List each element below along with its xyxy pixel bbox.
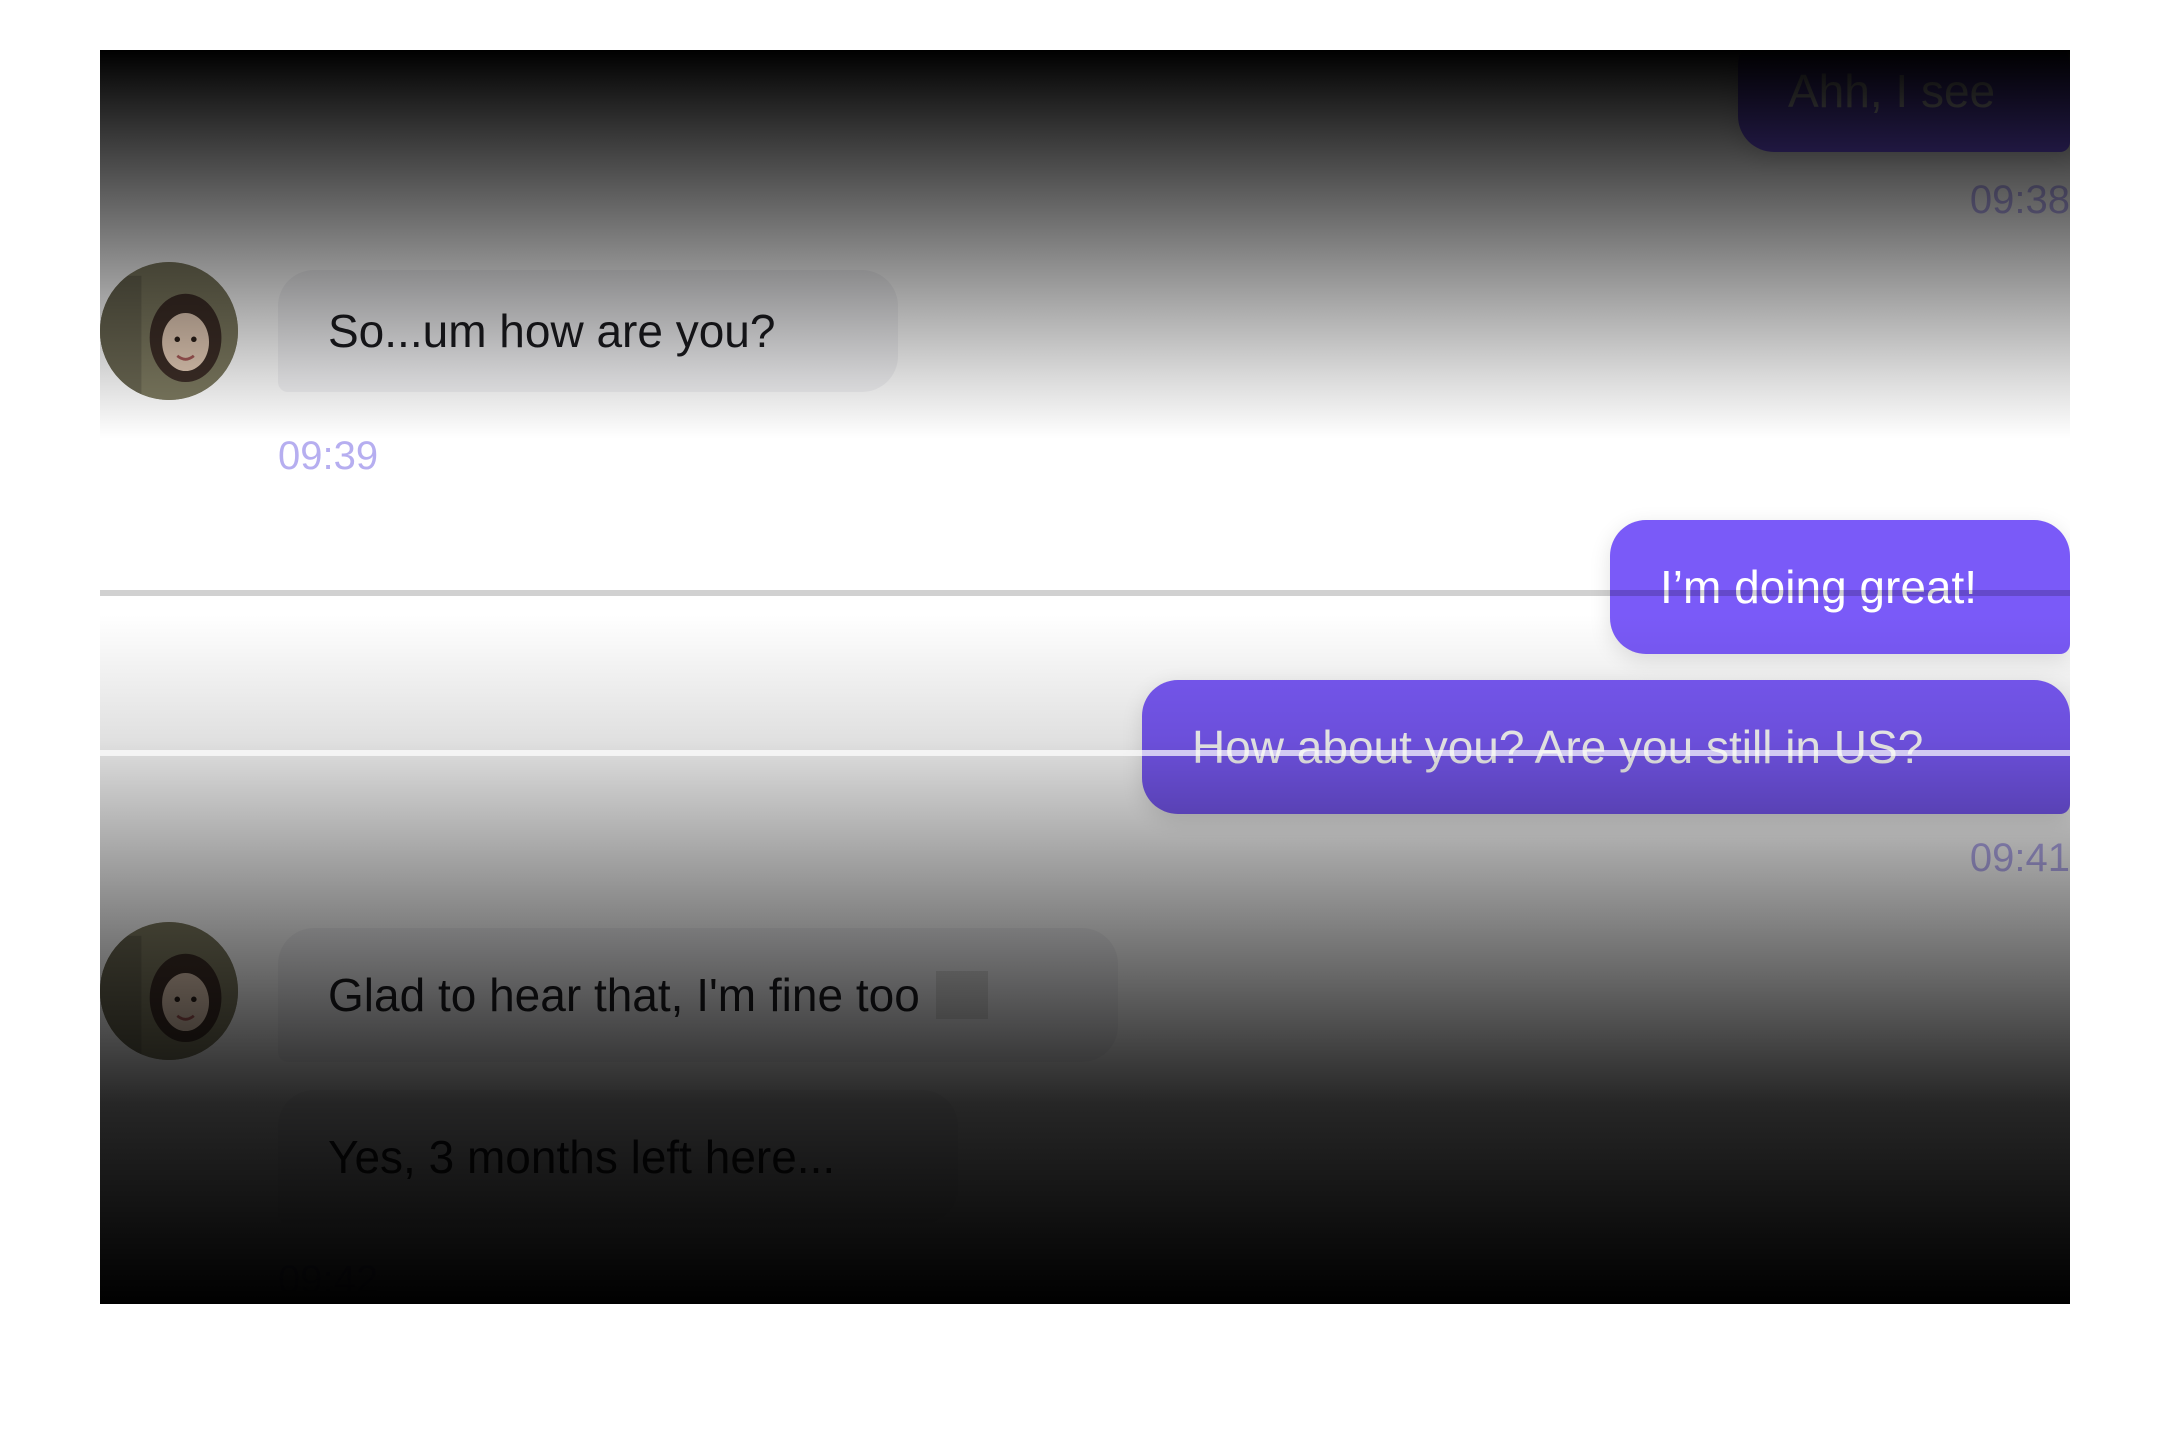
chat-thread: Ahh, I see 09:38 So...um how are you? 09… — [100, 50, 2070, 1304]
message-text: How about you? Are you still in US? — [1192, 721, 1924, 773]
avatar-icon — [100, 262, 238, 400]
message-text: Glad to hear that, I'm fine too — [328, 969, 920, 1021]
message-text: So...um how are you? — [328, 305, 776, 357]
incoming-message-bubble[interactable]: So...um how are you? — [278, 270, 898, 392]
message-text: Yes, 3 months left here... — [328, 1131, 836, 1183]
message-timestamp: 09:42 — [278, 1258, 379, 1302]
incoming-message-bubble[interactable]: Yes, 3 months left here... — [278, 1090, 958, 1224]
incoming-message-bubble[interactable]: Glad to hear that, I'm fine too — [278, 928, 1118, 1062]
contact-avatar[interactable] — [100, 922, 238, 1060]
emoji-placeholder-icon — [935, 971, 988, 1019]
message-timestamp: 09:41 — [1969, 836, 2070, 880]
message-timestamp: 09:39 — [278, 434, 379, 478]
outgoing-message-bubble[interactable]: How about you? Are you still in US? — [1142, 680, 2070, 814]
message-timestamp: 09:38 — [1969, 178, 2070, 222]
message-text: I’m doing great! — [1660, 561, 1978, 613]
message-text: Ahh, I see — [1788, 65, 1996, 117]
avatar-icon — [100, 922, 238, 1060]
contact-avatar[interactable] — [100, 262, 238, 400]
outgoing-message-bubble[interactable]: Ahh, I see — [1738, 50, 2070, 152]
outgoing-message-bubble[interactable]: I’m doing great! — [1610, 520, 2070, 654]
